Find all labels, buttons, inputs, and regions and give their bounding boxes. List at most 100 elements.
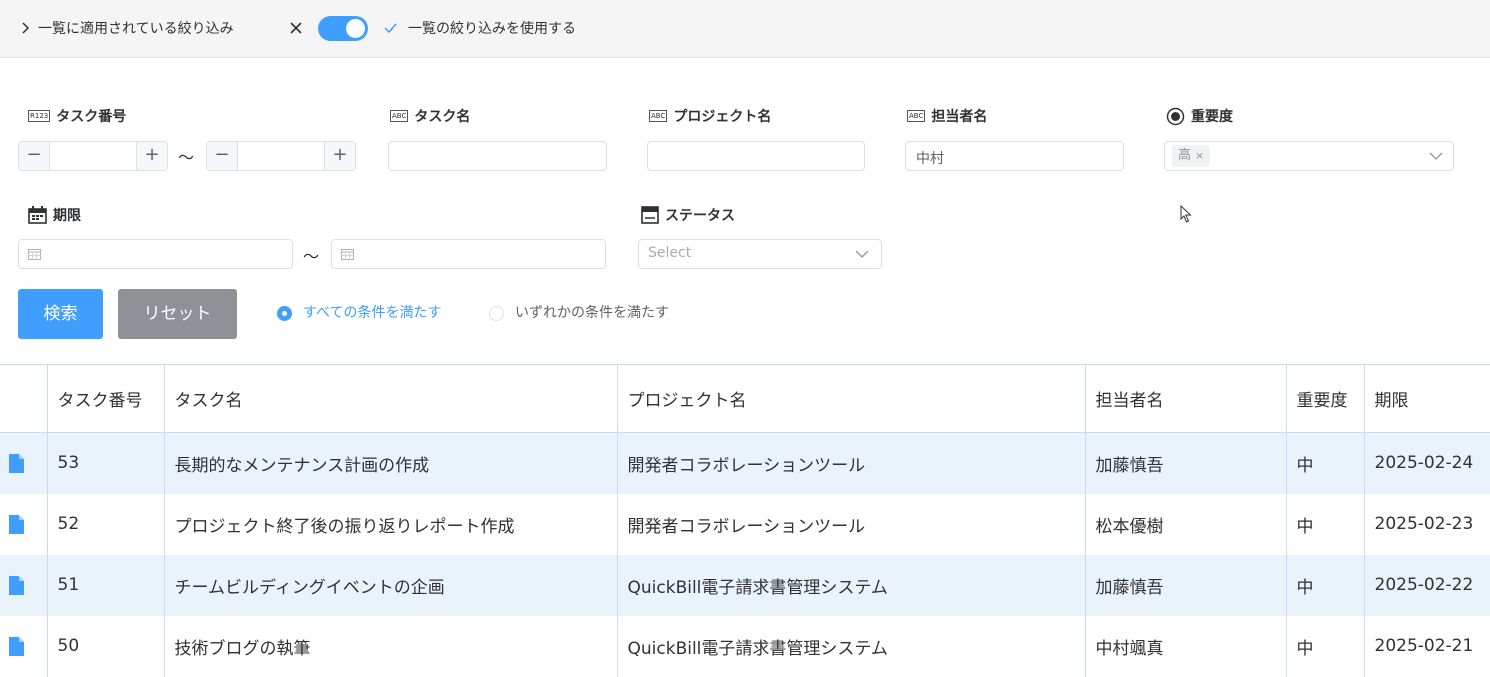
row-icon-cell (0, 554, 48, 616)
task-number-label-text: タスク番号 (56, 109, 127, 125)
cell-project-name: QuickBill電子請求書管理システム (617, 615, 1086, 677)
cell-task-name: 長期的なメンテナンス計画の作成 (164, 432, 618, 494)
header-assignee[interactable]: 担当者名 (1085, 364, 1287, 433)
priority-select[interactable]: 高 × (1164, 141, 1454, 171)
task-number-to-stepper[interactable]: − + (206, 141, 356, 171)
cell-project-name: QuickBill電子請求書管理システム (617, 554, 1086, 616)
chevron-right-icon[interactable] (20, 20, 32, 36)
cell-task-name: 技術ブログの執筆 (164, 615, 618, 677)
project-name-input[interactable] (647, 141, 865, 171)
table-row[interactable]: 53 長期的なメンテナンス計画の作成 開発者コラボレーションツール 加藤慎吾 中… (0, 432, 1490, 494)
calendar-icon (341, 249, 354, 260)
task-number-from-stepper[interactable]: − + (18, 141, 168, 171)
use-filter-toggle[interactable] (318, 16, 368, 41)
assignee-input[interactable]: 中村 (905, 141, 1124, 171)
range-separator: 〜 (303, 247, 320, 266)
status-placeholder: Select (648, 245, 692, 261)
task-name-label: ABC タスク名 (390, 106, 470, 126)
cell-task-number: 53 (47, 432, 165, 494)
table-header-row: タスク番号 タスク名 プロジェクト名 担当者名 重要度 期限 (0, 364, 1490, 433)
due-date-from-input[interactable] (18, 239, 293, 269)
cell-project-name: 開発者コラボレーションツール (617, 432, 1086, 494)
tag-close-icon[interactable]: × (1195, 149, 1204, 162)
row-icon-cell (0, 432, 48, 494)
table-row[interactable]: 52 プロジェクト終了後の振り返りレポート作成 開発者コラボレーションツール 松… (0, 493, 1490, 555)
document-icon[interactable] (9, 453, 24, 473)
match-all-radio[interactable] (277, 306, 292, 321)
search-button[interactable]: 検索 (18, 289, 103, 339)
priority-label: 重要度 (1166, 106, 1233, 126)
increment-button[interactable]: + (324, 142, 355, 170)
project-name-label: ABC プロジェクト名 (649, 106, 771, 126)
cell-due-date: 2025-02-21 (1364, 615, 1490, 677)
header-task-number[interactable]: タスク番号 (47, 364, 165, 433)
reset-button[interactable]: リセット (118, 289, 237, 339)
header-icon-col (0, 364, 48, 433)
number-type-icon: R123 (28, 110, 51, 122)
cell-project-name: 開発者コラボレーションツール (617, 493, 1086, 555)
chevron-down-icon[interactable] (855, 250, 869, 258)
text-type-icon: ABC (907, 110, 926, 122)
calendar-icon (28, 249, 41, 260)
task-name-input[interactable] (388, 141, 607, 171)
document-icon[interactable] (9, 514, 24, 534)
due-date-label: 期限 (28, 205, 81, 225)
text-type-icon: ABC (390, 110, 409, 122)
cell-assignee: 加藤慎吾 (1085, 554, 1287, 616)
cell-task-number: 52 (47, 493, 165, 555)
decrement-button[interactable]: − (19, 142, 50, 170)
header-project-name[interactable]: プロジェクト名 (617, 364, 1086, 433)
task-table: タスク番号 タスク名 プロジェクト名 担当者名 重要度 期限 53 長期的なメン… (0, 364, 1490, 677)
cell-priority: 中 (1286, 432, 1365, 494)
status-select[interactable]: Select (638, 239, 882, 269)
range-separator: 〜 (178, 148, 195, 167)
cell-task-name: プロジェクト終了後の振り返りレポート作成 (164, 493, 618, 555)
cell-assignee: 加藤慎吾 (1085, 432, 1287, 494)
cell-assignee: 松本優樹 (1085, 493, 1287, 555)
project-name-label-text: プロジェクト名 (673, 109, 772, 125)
table-row[interactable]: 50 技術ブログの執筆 QuickBill電子請求書管理システム 中村颯真 中 … (0, 615, 1490, 677)
match-all-label[interactable]: すべての条件を満たす (303, 302, 441, 322)
cell-task-number: 51 (47, 554, 165, 616)
priority-tag: 高 × (1172, 145, 1211, 167)
applied-filters-label[interactable]: 一覧に適用されている絞り込み (38, 18, 234, 38)
toggle-knob (346, 19, 365, 38)
text-type-icon: ABC (649, 110, 668, 122)
match-any-label[interactable]: いずれかの条件を満たす (515, 302, 669, 322)
cell-assignee: 中村颯真 (1085, 615, 1287, 677)
task-name-label-text: タスク名 (414, 109, 471, 125)
due-date-label-text: 期限 (53, 208, 81, 224)
calendar-icon (28, 206, 47, 224)
status-label-text: ステータス (665, 208, 735, 224)
increment-button[interactable]: + (136, 142, 167, 170)
document-icon[interactable] (9, 575, 24, 595)
cell-due-date: 2025-02-22 (1364, 554, 1490, 616)
match-any-radio[interactable] (489, 306, 504, 321)
header-due-date[interactable]: 期限 (1364, 364, 1490, 433)
task-number-label: R123 タスク番号 (28, 106, 126, 126)
cell-task-name: チームビルディングイベントの企画 (164, 554, 618, 616)
check-icon (384, 23, 397, 34)
use-filter-label: 一覧の絞り込みを使用する (408, 21, 576, 37)
filter-bar: 一覧に適用されている絞り込み 一覧の絞り込みを使用する (0, 0, 1490, 58)
close-icon[interactable] (289, 21, 303, 35)
header-priority[interactable]: 重要度 (1286, 364, 1365, 433)
assignee-label: ABC 担当者名 (907, 106, 987, 126)
header-task-name[interactable]: タスク名 (164, 364, 618, 433)
assignee-value: 中村 (916, 151, 944, 167)
cell-due-date: 2025-02-23 (1364, 493, 1490, 555)
row-icon-cell (0, 493, 48, 555)
select-type-icon (641, 206, 659, 224)
row-icon-cell (0, 615, 48, 677)
cell-priority: 中 (1286, 554, 1365, 616)
priority-label-text: 重要度 (1191, 109, 1233, 125)
due-date-to-input[interactable] (331, 239, 606, 269)
radio-type-icon (1166, 107, 1185, 125)
mouse-cursor-icon (1180, 205, 1192, 223)
table-row[interactable]: 51 チームビルディングイベントの企画 QuickBill電子請求書管理システム… (0, 554, 1490, 616)
document-icon[interactable] (9, 636, 24, 656)
assignee-label-text: 担当者名 (931, 109, 988, 125)
chevron-down-icon[interactable] (1429, 152, 1443, 160)
priority-tag-text: 高 (1178, 148, 1192, 163)
decrement-button[interactable]: − (207, 142, 238, 170)
